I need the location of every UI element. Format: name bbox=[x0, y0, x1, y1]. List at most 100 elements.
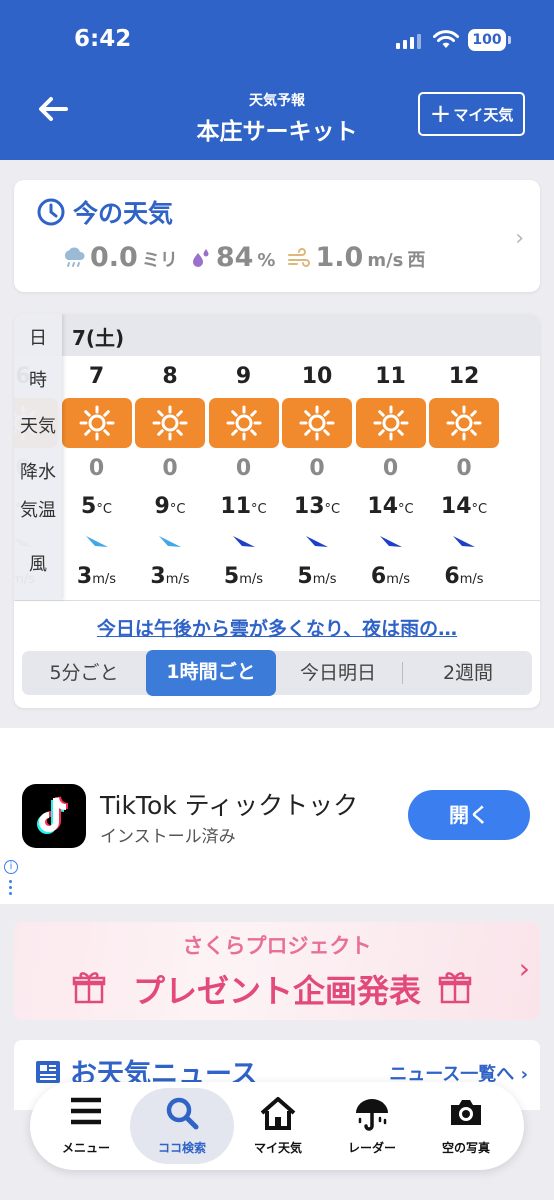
temp-cell: 14°C bbox=[355, 494, 427, 519]
add-my-weather-button[interactable]: + マイ天気 bbox=[418, 92, 525, 136]
ad-subtitle: インストール済み bbox=[100, 827, 236, 847]
current-wind-unit: m/s bbox=[367, 250, 404, 271]
wind-direction-arrow-icon bbox=[379, 534, 403, 554]
tab-my-weather[interactable]: マイ天気 bbox=[230, 1082, 326, 1170]
tab-menu[interactable]: メニュー bbox=[38, 1082, 134, 1170]
temp-unit: °C bbox=[169, 502, 186, 517]
tab-today-tomorrow[interactable]: 今日明日 bbox=[276, 651, 400, 695]
temp-unit: °C bbox=[471, 502, 488, 517]
app-header: 6:42 100 天気予報 本庄サーキット + マイ天気 bbox=[0, 0, 554, 160]
temp-unit: °C bbox=[251, 502, 267, 517]
hour-column: 11 0 14°C 6m/s bbox=[355, 356, 427, 600]
precip-value: 0 bbox=[88, 456, 105, 481]
wind-icon bbox=[288, 247, 311, 267]
wind-speed-cell: 5m/s bbox=[208, 564, 280, 589]
sunny-icon bbox=[208, 398, 279, 448]
ad-options-icon[interactable] bbox=[9, 880, 12, 898]
wind-speed-unit: m/s bbox=[312, 572, 337, 587]
status-time: 6:42 bbox=[74, 26, 132, 52]
hour-label: 10 bbox=[301, 364, 333, 389]
row-label-temp: 気温 bbox=[20, 500, 56, 521]
wind-speed-unit: m/s bbox=[92, 572, 117, 587]
current-wind-direction: 西 bbox=[407, 250, 426, 271]
add-my-weather-label: マイ天気 bbox=[453, 105, 514, 124]
hour-label: 12 bbox=[448, 364, 480, 389]
tiktok-note-icon bbox=[37, 796, 69, 834]
current-humidity-unit: % bbox=[257, 250, 276, 271]
hour-column: 10 0 13°C 5m/s bbox=[281, 356, 353, 600]
tiktok-logo-icon[interactable] bbox=[22, 784, 86, 848]
wind-speed-value: 3 bbox=[150, 564, 166, 589]
sunny-icon bbox=[429, 398, 499, 448]
temp-value: 14 bbox=[440, 494, 472, 519]
hour-label: 9 bbox=[235, 364, 252, 389]
banner-top-text: さくらプロジェクト bbox=[182, 934, 372, 958]
temp-cell: 14°C bbox=[428, 494, 500, 519]
wind-direction-arrow-icon bbox=[85, 534, 109, 554]
precip-value: 0 bbox=[382, 456, 399, 481]
hourly-columns[interactable]: 60°Cm/s705°C3m/s809°C3m/s9011°C5m/s10013… bbox=[14, 356, 540, 600]
signal-icon bbox=[396, 33, 421, 49]
tab-radar-label: レーダー bbox=[347, 1141, 396, 1155]
temp-cell: 5°C bbox=[61, 494, 133, 519]
precip-value: 0 bbox=[162, 456, 178, 481]
current-wind-value: 1.0 bbox=[315, 242, 364, 273]
hour-label: 8 bbox=[162, 364, 178, 389]
wind-speed-cell: 5m/s bbox=[281, 564, 353, 589]
tab-hourly[interactable]: 1時間ごと bbox=[146, 650, 276, 696]
sunny-icon bbox=[135, 398, 205, 448]
app-ad: TikTok ティックトック インストール済み 開く i bbox=[0, 728, 554, 904]
tab-sky-photo[interactable]: 空の写真 bbox=[418, 1082, 514, 1170]
open-app-button[interactable]: 開く bbox=[408, 790, 530, 840]
tab-search[interactable]: ココ検索 bbox=[130, 1088, 234, 1164]
newspaper-icon bbox=[36, 1060, 60, 1083]
tab-sky-photo-label: 空の写真 bbox=[441, 1141, 490, 1155]
wind-speed-value: 5 bbox=[223, 564, 240, 589]
battery-icon: 100 bbox=[468, 29, 506, 51]
temp-cell: 13°C bbox=[281, 494, 353, 519]
humidity-drops-icon bbox=[192, 248, 209, 267]
ad-title[interactable]: TikTok ティックトック bbox=[100, 786, 358, 822]
tab-separator bbox=[402, 662, 403, 684]
temp-cell: 9°C bbox=[134, 494, 206, 519]
forecast-comment-link[interactable]: 今日は午後から雲が多くなり、夜は雨の… bbox=[14, 614, 540, 641]
camera-icon bbox=[451, 1100, 481, 1125]
ad-info-icon[interactable]: i bbox=[4, 860, 18, 874]
hourly-forecast-card: 7(土) 60°Cm/s705°C3m/s809°C3m/s9011°C5m/s… bbox=[14, 314, 540, 708]
sunny-icon bbox=[355, 398, 426, 448]
hour-column: 8 0 9°C 3m/s bbox=[134, 356, 206, 600]
wind-speed-unit: m/s bbox=[459, 572, 484, 587]
wind-speed-cell: 6m/s bbox=[355, 564, 427, 589]
battery-tip bbox=[508, 36, 511, 44]
umbrella-icon bbox=[356, 1099, 388, 1131]
tab-2weeks[interactable]: 2週間 bbox=[404, 651, 532, 695]
wind-speed-unit: m/s bbox=[239, 572, 264, 587]
wind-speed-unit: m/s bbox=[386, 572, 411, 587]
wind-speed-cell: 3m/s bbox=[61, 564, 133, 589]
hour-column: 12 0 14°C 6m/s bbox=[428, 356, 500, 600]
temp-unit: °C bbox=[398, 502, 414, 517]
search-icon bbox=[166, 1097, 199, 1130]
temp-cell: 11°C bbox=[208, 494, 280, 519]
tab-radar[interactable]: レーダー bbox=[324, 1082, 420, 1170]
hour-label: 7 bbox=[88, 364, 105, 389]
current-weather-title: 今の天気 bbox=[36, 194, 173, 230]
wind-speed-unit: m/s bbox=[165, 572, 190, 587]
tab-5min[interactable]: 5分ごと bbox=[22, 651, 146, 695]
sakura-project-banner[interactable]: さくらプロジェクト プレゼント企画発表 › bbox=[14, 922, 540, 1020]
wind-speed-value: 3 bbox=[76, 564, 93, 589]
rain-cloud-icon bbox=[64, 247, 85, 267]
current-weather-card[interactable]: 今の天気 0.0 ミリ 84 % 1.0 m/s 西 › bbox=[14, 180, 540, 292]
menu-icon bbox=[71, 1097, 101, 1125]
wind-speed-cell: 6m/s bbox=[428, 564, 500, 589]
precip-value: 0 bbox=[309, 456, 325, 481]
forecast-date: 7(土) bbox=[72, 326, 125, 350]
row-label-hour: 時 bbox=[29, 370, 47, 391]
current-values: 0.0 ミリ 84 % 1.0 m/s 西 bbox=[62, 242, 425, 273]
wind-speed-value: 5 bbox=[297, 564, 313, 589]
tab-my-weather-label: マイ天気 bbox=[253, 1141, 302, 1155]
hour-column: 7 0 5°C 3m/s bbox=[61, 356, 133, 600]
interval-tabs: 5分ごと 1時間ごと 今日明日 2週間 bbox=[22, 650, 532, 696]
current-weather-label: 今の天気 bbox=[73, 199, 174, 228]
row-label-weather: 天気 bbox=[20, 416, 56, 437]
